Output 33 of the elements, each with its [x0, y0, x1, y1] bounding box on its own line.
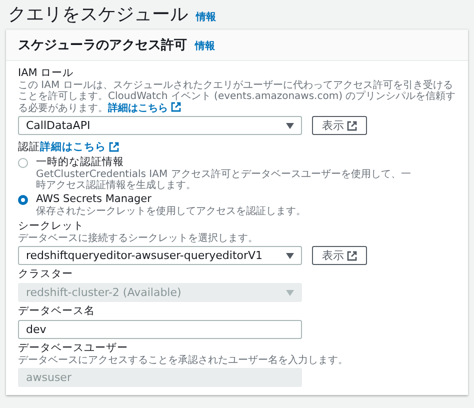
- option-label: 一時的な認証情報: [36, 156, 125, 169]
- info-link[interactable]: 情報: [196, 10, 216, 24]
- caret-icon: [286, 122, 294, 128]
- learn-more-link[interactable]: 詳細はこちら: [108, 103, 181, 114]
- learn-more-link[interactable]: 詳細はこちら: [40, 140, 119, 154]
- external-link-icon: [347, 250, 357, 260]
- view-button[interactable]: 表示: [312, 246, 367, 265]
- role-select[interactable]: CallDataAPI: [18, 116, 302, 135]
- field-label: 認証: [18, 140, 40, 154]
- field-description: データベースにアクセスすることを承認されたユーザー名を入力します。: [18, 355, 349, 366]
- external-link-icon: [171, 102, 181, 112]
- section-title: スケジューラのアクセス許可: [18, 37, 187, 54]
- field-label: データベース名: [18, 305, 96, 318]
- field-label: データベースユーザー: [18, 342, 129, 355]
- caret-icon: [286, 290, 294, 296]
- radio-button[interactable]: [18, 195, 28, 205]
- option-label: AWS Secrets Manager: [36, 193, 152, 206]
- option-description: GetClusterCredentials IAM アクセス許可とデータベースユーザーを使用して、一時アクセス認証情報を生成します。: [36, 169, 412, 191]
- info-link[interactable]: 情報: [195, 39, 215, 53]
- radio-button[interactable]: [18, 158, 28, 168]
- option-description: 保存されたシークレットを使用してアクセスを認証します。: [36, 206, 307, 217]
- view-button[interactable]: 表示: [312, 116, 367, 135]
- dropdown-select[interactable]: redshiftqueryeditor-awsuser-queryeditorV1: [18, 246, 302, 265]
- external-link-icon: [109, 142, 119, 152]
- page-title: クエリをスケジュール: [8, 3, 188, 26]
- caret-icon: [286, 252, 294, 258]
- external-link-icon: [347, 120, 357, 130]
- field-label: IAM ロール: [18, 67, 75, 80]
- field-description: この IAM ロールは、スケジュールされたクエリがユーザーに代わってアクセス許可を引き受けることを許可します。CloudWatch イベント (events.amazonaws.com) のプリンシパルを信頼する必要があります。詳細はこちら: [18, 80, 456, 114]
- field-label: シークレット: [18, 220, 85, 233]
- field-description: データベースに接続するシークレットを選択します。: [18, 233, 259, 244]
- input-field[interactable]: dev: [18, 320, 302, 339]
- field-label: クラスター: [18, 268, 74, 281]
